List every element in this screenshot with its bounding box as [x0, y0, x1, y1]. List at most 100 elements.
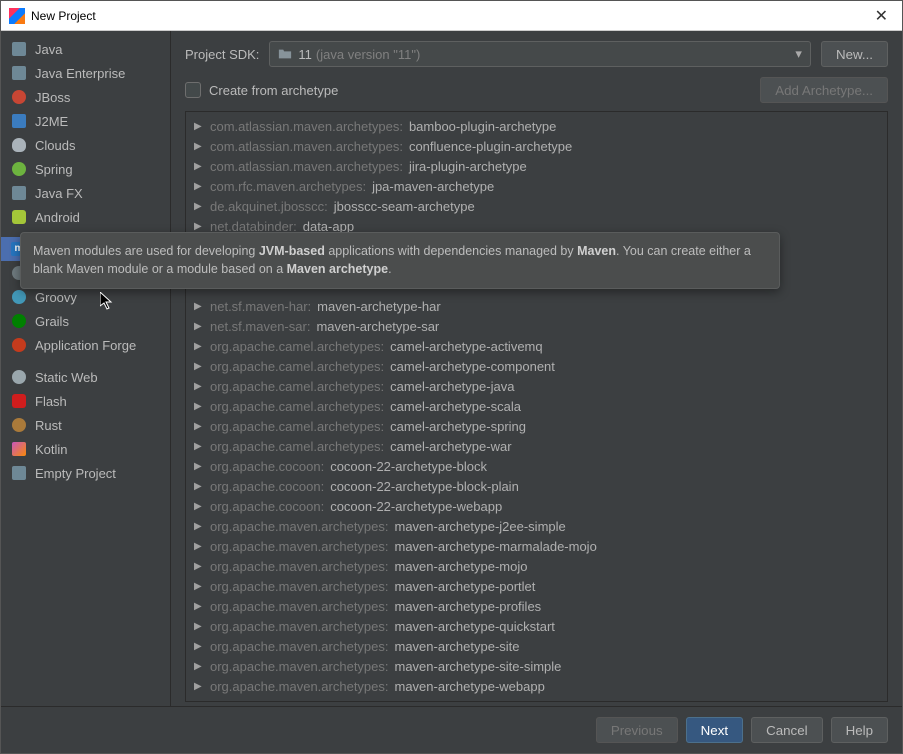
- archetype-item[interactable]: ▶org.apache.camel.archetypes:camel-arche…: [186, 416, 887, 436]
- sidebar-item-grails[interactable]: Grails: [1, 309, 170, 333]
- grails-icon: [11, 313, 27, 329]
- archetype-artifact: maven-archetype-marmalade-mojo: [395, 539, 597, 554]
- archetype-item[interactable]: ▶org.apache.maven.archetypes:maven-arche…: [186, 616, 887, 636]
- archetype-artifact: maven-archetype-site-simple: [395, 659, 562, 674]
- sidebar-item-java-enterprise[interactable]: Java Enterprise: [1, 61, 170, 85]
- expand-arrow-icon[interactable]: ▶: [194, 481, 204, 492]
- archetype-artifact: cocoon-22-archetype-block-plain: [330, 479, 519, 494]
- archetype-tree[interactable]: ▶com.atlassian.maven.archetypes:bamboo-p…: [185, 111, 888, 702]
- archetype-item[interactable]: ▶org.apache.camel.archetypes:camel-arche…: [186, 336, 887, 356]
- close-icon[interactable]: ✕: [869, 6, 894, 26]
- archetype-item[interactable]: ▶org.apache.maven.archetypes:maven-arche…: [186, 536, 887, 556]
- expand-arrow-icon[interactable]: ▶: [194, 701, 204, 703]
- expand-arrow-icon[interactable]: ▶: [194, 341, 204, 352]
- globe-icon: [11, 369, 27, 385]
- expand-arrow-icon[interactable]: ▶: [194, 121, 204, 132]
- previous-button[interactable]: Previous: [596, 717, 678, 743]
- expand-arrow-icon[interactable]: ▶: [194, 141, 204, 152]
- archetype-item[interactable]: ▶org.apache.camel.archetypes:camel-arche…: [186, 356, 887, 376]
- expand-arrow-icon[interactable]: ▶: [194, 541, 204, 552]
- archetype-item[interactable]: ▶org.apache.maven.archetypes:maven-arche…: [186, 636, 887, 656]
- expand-arrow-icon[interactable]: ▶: [194, 661, 204, 672]
- archetype-item[interactable]: ▶org.apache.maven.archetypes:maven-arche…: [186, 576, 887, 596]
- expand-arrow-icon[interactable]: ▶: [194, 441, 204, 452]
- archetype-item[interactable]: ▶org.apache.camel.archetypes:camel-arche…: [186, 376, 887, 396]
- archetype-group: net.sf.maven-sar:: [210, 319, 310, 334]
- sidebar-item-label: Java: [35, 42, 62, 57]
- create-from-archetype-checkbox[interactable]: [185, 82, 201, 98]
- sidebar-item-label: Empty Project: [35, 466, 116, 481]
- sidebar-item-application-forge[interactable]: Application Forge: [1, 333, 170, 357]
- sidebar-item-java-fx[interactable]: Java FX: [1, 181, 170, 205]
- archetype-item[interactable]: ▶org.apache.maven.archetypes:maven-arche…: [186, 556, 887, 576]
- expand-arrow-icon[interactable]: ▶: [194, 461, 204, 472]
- intellij-icon: [9, 8, 25, 24]
- sidebar-item-label: Application Forge: [35, 338, 136, 353]
- sidebar-item-rust[interactable]: Rust: [1, 413, 170, 437]
- archetype-group: org.apache.cocoon:: [210, 499, 324, 514]
- sidebar-item-jboss[interactable]: JBoss: [1, 85, 170, 109]
- sidebar-item-static-web[interactable]: Static Web: [1, 365, 170, 389]
- sidebar-item-android[interactable]: Android: [1, 205, 170, 229]
- archetype-item[interactable]: ▶org.apache.cocoon:cocoon-22-archetype-w…: [186, 496, 887, 516]
- blue-icon: [11, 113, 27, 129]
- expand-arrow-icon[interactable]: ▶: [194, 421, 204, 432]
- expand-arrow-icon[interactable]: ▶: [194, 321, 204, 332]
- expand-arrow-icon[interactable]: ▶: [194, 681, 204, 692]
- sidebar-item-spring[interactable]: Spring: [1, 157, 170, 181]
- archetype-item[interactable]: ▶net.sf.maven-sar:maven-archetype-sar: [186, 316, 887, 336]
- cloud-icon: [11, 137, 27, 153]
- archetype-item[interactable]: ▶org.apache.camel.archetypes:camel-arche…: [186, 396, 887, 416]
- archetype-group: com.atlassian.maven.archetypes:: [210, 159, 403, 174]
- archetype-artifact: maven-archetype-site: [395, 639, 520, 654]
- next-button[interactable]: Next: [686, 717, 743, 743]
- expand-arrow-icon[interactable]: ▶: [194, 561, 204, 572]
- archetype-item[interactable]: ▶org.apache.cocoon:cocoon-22-archetype-b…: [186, 456, 887, 476]
- expand-arrow-icon[interactable]: ▶: [194, 521, 204, 532]
- cancel-button[interactable]: Cancel: [751, 717, 823, 743]
- archetype-item[interactable]: ▶org.apache.maven.archetypes:maven-arche…: [186, 656, 887, 676]
- expand-arrow-icon[interactable]: ▶: [194, 501, 204, 512]
- sidebar-item-clouds[interactable]: Clouds: [1, 133, 170, 157]
- archetype-item[interactable]: ▶org.apache.maven.archetypes:maven-arche…: [186, 516, 887, 536]
- expand-arrow-icon[interactable]: ▶: [194, 401, 204, 412]
- archetype-item[interactable]: ▶org.apache.maven.archetypes:softeu-arch…: [186, 696, 887, 702]
- archetype-item[interactable]: ▶com.atlassian.maven.archetypes:confluen…: [186, 136, 887, 156]
- archetype-item[interactable]: ▶org.apache.cocoon:cocoon-22-archetype-b…: [186, 476, 887, 496]
- sidebar-item-flash[interactable]: Flash: [1, 389, 170, 413]
- archetype-item[interactable]: ▶de.akquinet.jbosscc:jbosscc-seam-archet…: [186, 196, 887, 216]
- sidebar-item-empty-project[interactable]: Empty Project: [1, 461, 170, 485]
- expand-arrow-icon[interactable]: ▶: [194, 381, 204, 392]
- add-archetype-button[interactable]: Add Archetype...: [760, 77, 888, 103]
- archetype-item[interactable]: ▶org.apache.maven.archetypes:maven-arche…: [186, 676, 887, 696]
- expand-arrow-icon[interactable]: ▶: [194, 601, 204, 612]
- sidebar-item-label: Kotlin: [35, 442, 68, 457]
- expand-arrow-icon[interactable]: ▶: [194, 361, 204, 372]
- archetype-group: org.apache.camel.archetypes:: [210, 419, 384, 434]
- expand-arrow-icon[interactable]: ▶: [194, 221, 204, 232]
- expand-arrow-icon[interactable]: ▶: [194, 181, 204, 192]
- expand-arrow-icon[interactable]: ▶: [194, 201, 204, 212]
- help-button[interactable]: Help: [831, 717, 888, 743]
- archetype-item[interactable]: ▶net.sf.maven-har:maven-archetype-har: [186, 296, 887, 316]
- expand-arrow-icon[interactable]: ▶: [194, 581, 204, 592]
- expand-arrow-icon[interactable]: ▶: [194, 161, 204, 172]
- archetype-item[interactable]: ▶com.atlassian.maven.archetypes:bamboo-p…: [186, 116, 887, 136]
- expand-arrow-icon[interactable]: ▶: [194, 301, 204, 312]
- forge-icon: [11, 337, 27, 353]
- expand-arrow-icon[interactable]: ▶: [194, 641, 204, 652]
- new-sdk-button[interactable]: New...: [821, 41, 888, 67]
- sidebar-item-java[interactable]: Java: [1, 37, 170, 61]
- sidebar-item-kotlin[interactable]: Kotlin: [1, 437, 170, 461]
- archetype-item[interactable]: ▶com.rfc.maven.archetypes:jpa-maven-arch…: [186, 176, 887, 196]
- archetype-item[interactable]: ▶com.atlassian.maven.archetypes:jira-plu…: [186, 156, 887, 176]
- archetype-artifact: camel-archetype-scala: [390, 399, 521, 414]
- expand-arrow-icon[interactable]: ▶: [194, 621, 204, 632]
- folder-icon: [11, 65, 27, 81]
- sidebar-item-label: Groovy: [35, 290, 77, 305]
- archetype-group: org.apache.cocoon:: [210, 459, 324, 474]
- archetype-item[interactable]: ▶org.apache.camel.archetypes:camel-arche…: [186, 436, 887, 456]
- archetype-item[interactable]: ▶org.apache.maven.archetypes:maven-arche…: [186, 596, 887, 616]
- sidebar-item-j2me[interactable]: J2ME: [1, 109, 170, 133]
- sdk-select[interactable]: 11 (java version "11") ▾: [269, 41, 811, 67]
